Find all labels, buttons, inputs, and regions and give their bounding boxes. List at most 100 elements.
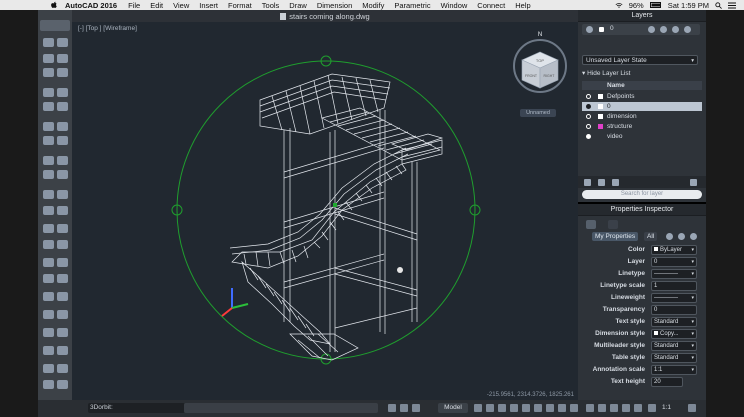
- polyline-tool-icon[interactable]: [43, 68, 54, 77]
- command-line[interactable]: 3Dorbit:: [88, 403, 185, 413]
- table-tool-icon[interactable]: [43, 310, 54, 319]
- prop-annotation-scale[interactable]: Annotation scale 1:1 ▾: [578, 364, 702, 375]
- drawing-viewport[interactable]: [-] [Top ] [Wireframe] TOP FRONT RIGHT N…: [72, 22, 578, 400]
- delete-layer-icon[interactable]: [612, 179, 619, 186]
- layer-make-current-icon[interactable]: [672, 26, 679, 33]
- clock[interactable]: Sat 1:59 PM: [668, 1, 709, 10]
- layer-visibility-icon[interactable]: [586, 134, 591, 139]
- prop-transparency[interactable]: Transparency 0: [578, 304, 702, 315]
- prop-transparency-input[interactable]: 0: [651, 305, 697, 315]
- toggle-pickadd-icon[interactable]: [690, 233, 697, 240]
- prop-layer[interactable]: Layer 0 ▾: [578, 256, 702, 267]
- prop-layer-dropdown[interactable]: 0 ▾: [651, 257, 697, 267]
- prop-linetype-scale-input[interactable]: 1: [651, 281, 697, 291]
- measure-tool-icon[interactable]: [43, 328, 54, 337]
- ucs-menu[interactable]: Unnamed: [520, 109, 556, 117]
- my-properties-tab[interactable]: My Properties: [592, 232, 639, 241]
- properties-filter-icon[interactable]: [608, 220, 618, 229]
- layer-list-header[interactable]: Name: [582, 81, 702, 90]
- redo-icon[interactable]: [57, 38, 68, 47]
- prop-linetype-dropdown[interactable]: ———— ▾: [651, 269, 697, 279]
- model-space-button[interactable]: Model: [438, 403, 468, 413]
- menu-connect[interactable]: Connect: [477, 1, 505, 10]
- stair-wireframe-drawing[interactable]: [72, 22, 578, 400]
- selection-grip[interactable]: [333, 203, 337, 207]
- circle-tool-icon[interactable]: [43, 88, 54, 97]
- prop-multileader-style-dropdown[interactable]: Standard ▾: [651, 341, 697, 351]
- viewcube-right-label[interactable]: RIGHT: [544, 74, 556, 78]
- prop-text-height[interactable]: Text height 20: [578, 376, 702, 387]
- break-tool-icon[interactable]: [57, 224, 68, 233]
- layer-row-video[interactable]: video: [582, 132, 702, 141]
- match-properties-icon[interactable]: [57, 364, 68, 373]
- mirror-tool-icon[interactable]: [43, 190, 54, 199]
- hatch-tool-icon[interactable]: [57, 102, 68, 111]
- select-objects-icon[interactable]: [678, 233, 685, 240]
- all-properties-tab[interactable]: All: [644, 232, 658, 241]
- object-snap-icon[interactable]: [522, 404, 530, 412]
- snap-toggle-icon[interactable]: [400, 404, 408, 412]
- offset-tool-icon[interactable]: [57, 206, 68, 215]
- prop-table-style-dropdown[interactable]: Standard ▾: [651, 353, 697, 363]
- prop-linetype-scale[interactable]: Linetype scale 1: [578, 280, 702, 291]
- quick-select-icon[interactable]: [666, 233, 673, 240]
- menu-draw[interactable]: Draw: [289, 1, 307, 10]
- menu-help[interactable]: Help: [515, 1, 530, 10]
- layer-row-dimension[interactable]: dimension: [582, 112, 702, 121]
- prop-text-height-input[interactable]: 20: [651, 377, 683, 387]
- command-input[interactable]: [184, 403, 378, 413]
- object-snap-tracking-icon[interactable]: [534, 404, 542, 412]
- field-tool-icon[interactable]: [57, 310, 68, 319]
- pan-icon[interactable]: [586, 404, 594, 412]
- layer-visibility-icon[interactable]: [586, 94, 591, 99]
- orbit-arcball[interactable]: [171, 55, 481, 365]
- leader-tool-icon[interactable]: [57, 274, 68, 283]
- rotate-tool-icon[interactable]: [43, 136, 54, 145]
- line-tool-icon[interactable]: [43, 54, 54, 63]
- layer-color-swatch[interactable]: [598, 94, 603, 99]
- trim-tool-icon[interactable]: [43, 156, 54, 165]
- chamfer-tool-icon[interactable]: [57, 170, 68, 179]
- current-layer-bar[interactable]: 0: [582, 24, 700, 35]
- viewcube[interactable]: TOP FRONT RIGHT N: [512, 24, 572, 94]
- menu-dimension[interactable]: Dimension: [317, 1, 352, 10]
- new-group-icon[interactable]: [598, 179, 605, 186]
- workspace-icon[interactable]: [688, 404, 696, 412]
- grid-display-icon[interactable]: [474, 404, 482, 412]
- layer-column-name[interactable]: Name: [607, 81, 625, 90]
- prop-text-style[interactable]: Text style Standard ▾: [578, 316, 702, 327]
- scale-tool-icon[interactable]: [57, 136, 68, 145]
- layer-visibility-icon[interactable]: [586, 114, 591, 119]
- menu-parametric[interactable]: Parametric: [394, 1, 430, 10]
- menu-tools[interactable]: Tools: [262, 1, 280, 10]
- current-layer-name[interactable]: 0: [610, 25, 614, 32]
- snap-mode-icon[interactable]: [486, 404, 494, 412]
- wipeout-tool-icon[interactable]: [57, 346, 68, 355]
- notification-center-icon[interactable]: [728, 2, 736, 9]
- ellipse-tool-icon[interactable]: [43, 102, 54, 111]
- layer-search-input[interactable]: Search for layer: [582, 190, 702, 199]
- move-tool-icon[interactable]: [43, 122, 54, 131]
- boundary-tool-icon[interactable]: [43, 346, 54, 355]
- menu-file[interactable]: File: [128, 1, 140, 10]
- spline-tool-icon[interactable]: [57, 68, 68, 77]
- wifi-icon[interactable]: [615, 2, 623, 9]
- menu-insert[interactable]: Insert: [199, 1, 218, 10]
- tool-palette-header[interactable]: [40, 20, 70, 31]
- layer-color-icon[interactable]: [599, 27, 604, 32]
- prop-color-dropdown[interactable]: ByLayer ▾: [651, 245, 697, 255]
- menu-modify[interactable]: Modify: [362, 1, 384, 10]
- app-name[interactable]: AutoCAD 2016: [65, 1, 117, 10]
- array-tool-icon[interactable]: [57, 190, 68, 199]
- ungroup-tool-icon[interactable]: [57, 380, 68, 389]
- dynamic-ucs-icon[interactable]: [546, 404, 554, 412]
- join-tool-icon[interactable]: [43, 240, 54, 249]
- spotlight-icon[interactable]: [715, 1, 722, 9]
- viewcube-top-label[interactable]: TOP: [536, 58, 544, 63]
- prop-annotation-scale-dropdown[interactable]: 1:1 ▾: [651, 365, 697, 375]
- text-tool-icon[interactable]: [43, 258, 54, 267]
- rectangle-tool-icon[interactable]: [57, 88, 68, 97]
- layer-color-swatch[interactable]: [598, 114, 603, 119]
- prop-table-style[interactable]: Table style Standard ▾: [578, 352, 702, 363]
- layer-settings-icon[interactable]: [690, 179, 697, 186]
